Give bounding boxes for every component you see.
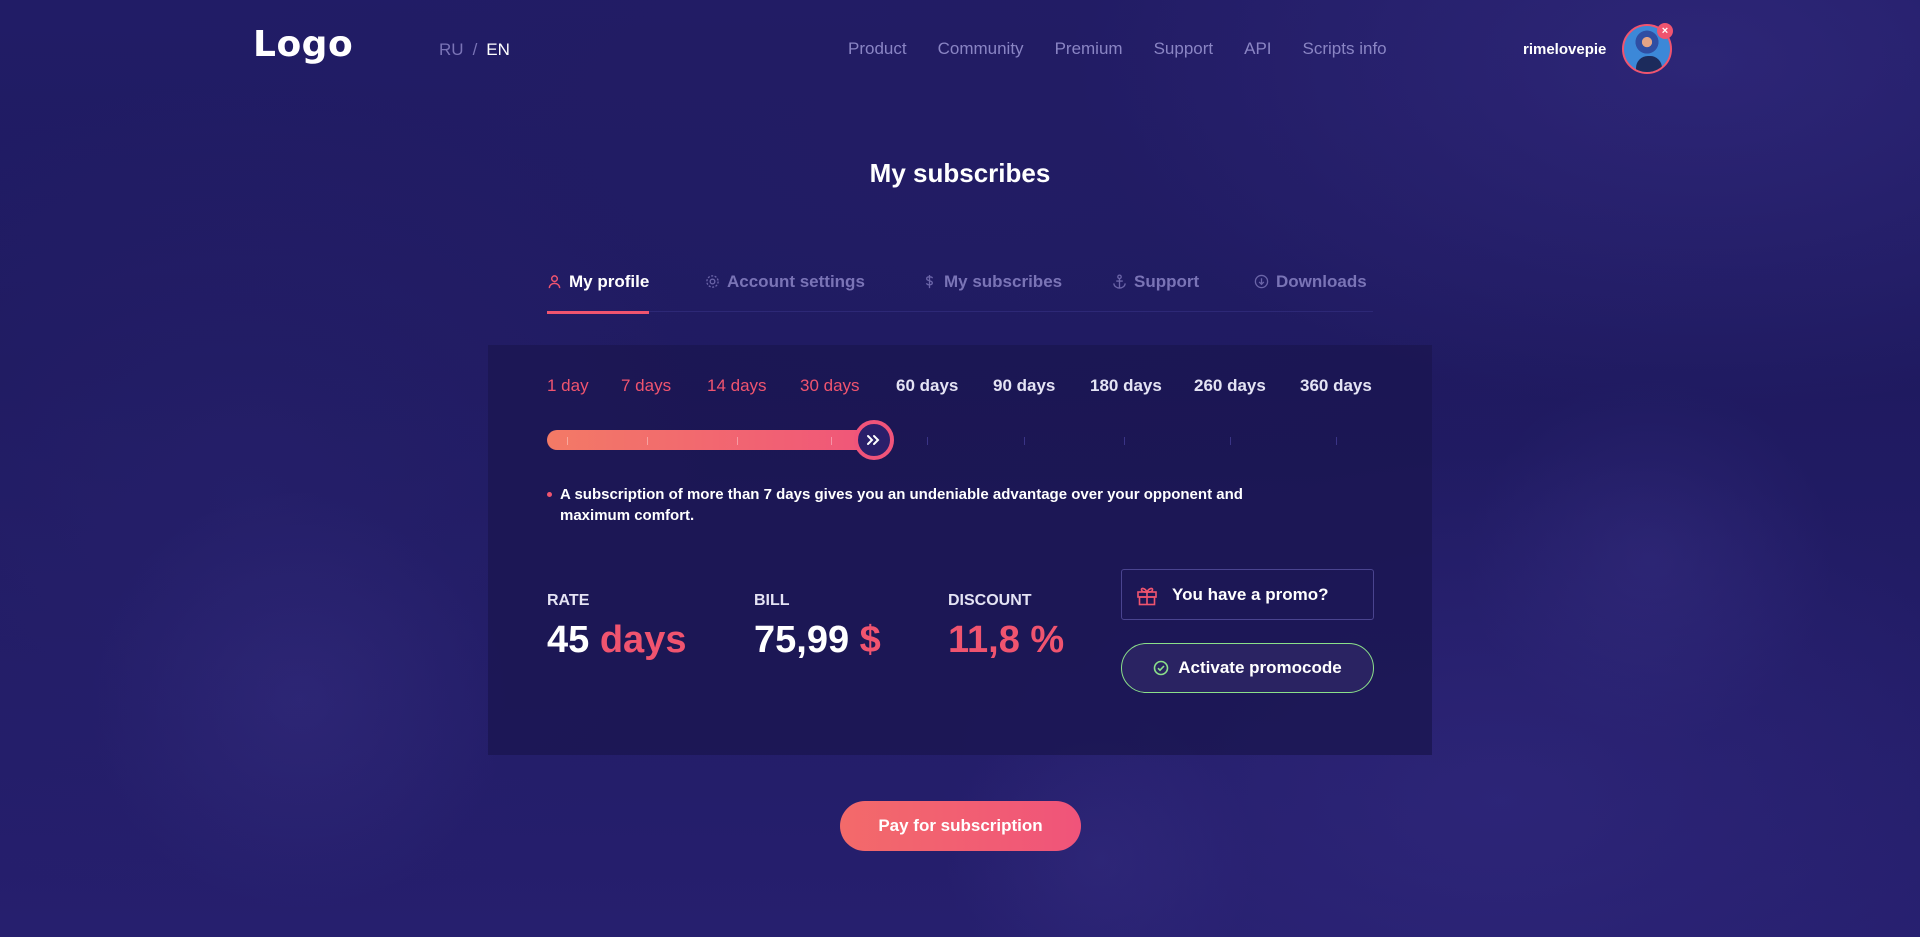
main-nav: Product Community Premium Support API Sc…: [848, 39, 1418, 59]
slider-tick: [647, 437, 648, 445]
stat-value: 11,8 %: [948, 619, 1064, 662]
slider-thumb[interactable]: [854, 420, 894, 460]
duration-360-days[interactable]: 360 days: [1300, 376, 1372, 396]
user-icon: [548, 275, 561, 289]
tab-my-profile[interactable]: My profile: [547, 272, 650, 314]
duration-180-days[interactable]: 180 days: [1090, 376, 1162, 396]
slider-tick: [1124, 437, 1125, 445]
activate-promocode-button[interactable]: Activate promocode: [1121, 643, 1374, 693]
activate-label: Activate promocode: [1178, 658, 1342, 677]
subscription-panel: 1 day 7 days 14 days 30 days 60 days 90 …: [488, 345, 1432, 755]
nav-premium[interactable]: Premium: [1055, 39, 1123, 59]
slider-tick: [567, 437, 568, 445]
nav-scripts-info[interactable]: Scripts info: [1303, 39, 1387, 59]
slider-tick: [831, 437, 832, 445]
profile-tabs: My profile Account settings My subscribe…: [547, 270, 1373, 314]
subscription-note: A subscription of more than 7 days gives…: [547, 484, 1260, 526]
rate-value: 45: [547, 619, 590, 661]
pay-for-subscription-button[interactable]: Pay for subscription: [840, 801, 1081, 851]
bill-value: 75,99: [754, 619, 850, 661]
tab-label: Support: [1134, 272, 1200, 291]
tab-downloads[interactable]: Downloads: [1254, 272, 1367, 312]
tab-label: Downloads: [1276, 272, 1367, 291]
stat-label: DISCOUNT: [948, 592, 1032, 609]
bill-currency: $: [859, 619, 881, 661]
username[interactable]: rimelovepie: [1523, 41, 1606, 58]
anchor-icon: [1113, 274, 1126, 289]
promo-label: You have a promo?: [1172, 584, 1329, 604]
tab-label: Account settings: [727, 272, 865, 291]
logo[interactable]: Logo: [253, 24, 353, 65]
nav-api[interactable]: API: [1244, 39, 1271, 59]
language-switcher: RU / EN: [439, 40, 510, 60]
discount-value: 11,8 %: [948, 619, 1065, 661]
tab-label: My profile: [569, 272, 650, 291]
slider-fill: [547, 430, 885, 450]
stat-value: 75,99 $: [754, 619, 881, 662]
duration-options: 1 day 7 days 14 days 30 days 60 days 90 …: [547, 376, 1373, 398]
stat-rate: RATE 45 days: [547, 592, 686, 662]
lang-ru[interactable]: RU: [439, 40, 464, 59]
stat-discount: DISCOUNT 11,8 %: [948, 592, 1064, 662]
duration-30-days[interactable]: 30 days: [800, 376, 860, 396]
duration-260-days[interactable]: 260 days: [1194, 376, 1266, 396]
duration-7-days[interactable]: 7 days: [621, 376, 671, 396]
chevrons-right-icon: [867, 435, 880, 445]
rate-unit: days: [599, 619, 687, 661]
stat-label: BILL: [754, 592, 790, 609]
download-icon: [1254, 274, 1269, 289]
tab-support[interactable]: Support: [1112, 272, 1199, 312]
gear-icon: [706, 275, 719, 288]
lang-separator: /: [472, 40, 478, 59]
lang-en[interactable]: EN: [486, 40, 510, 59]
duration-slider[interactable]: [547, 420, 1373, 460]
slider-tick: [1024, 437, 1025, 445]
duration-1-day[interactable]: 1 day: [547, 376, 589, 396]
header: Logo RU / EN Product Community Premium Sup…: [0, 0, 1920, 100]
duration-14-days[interactable]: 14 days: [707, 376, 767, 396]
close-icon[interactable]: ×: [1657, 23, 1673, 39]
stat-bill: BILL 75,99 $: [754, 592, 881, 662]
page: Logo RU / EN Product Community Premium Sup…: [0, 0, 1920, 937]
stat-label: RATE: [547, 592, 590, 609]
stat-value: 45 days: [547, 619, 686, 662]
gift-icon: [1137, 587, 1157, 605]
slider-tick: [1230, 437, 1231, 445]
page-title: My subscribes: [869, 158, 1051, 188]
slider-tick: [927, 437, 928, 445]
tab-label: My subscribes: [944, 272, 1063, 291]
duration-60-days[interactable]: 60 days: [896, 376, 958, 396]
slider-tick: [737, 437, 738, 445]
nav-community[interactable]: Community: [938, 39, 1024, 59]
tab-my-subscribes[interactable]: My subscribes: [922, 272, 1062, 312]
duration-90-days[interactable]: 90 days: [993, 376, 1055, 396]
check-circle-icon: [1153, 660, 1169, 676]
nav-product[interactable]: Product: [848, 39, 907, 59]
promo-toggle[interactable]: You have a promo?: [1121, 569, 1374, 620]
slider-tick: [1336, 437, 1337, 445]
dollar-icon: [926, 274, 933, 289]
nav-support[interactable]: Support: [1154, 39, 1214, 59]
tab-account-settings[interactable]: Account settings: [705, 272, 865, 312]
